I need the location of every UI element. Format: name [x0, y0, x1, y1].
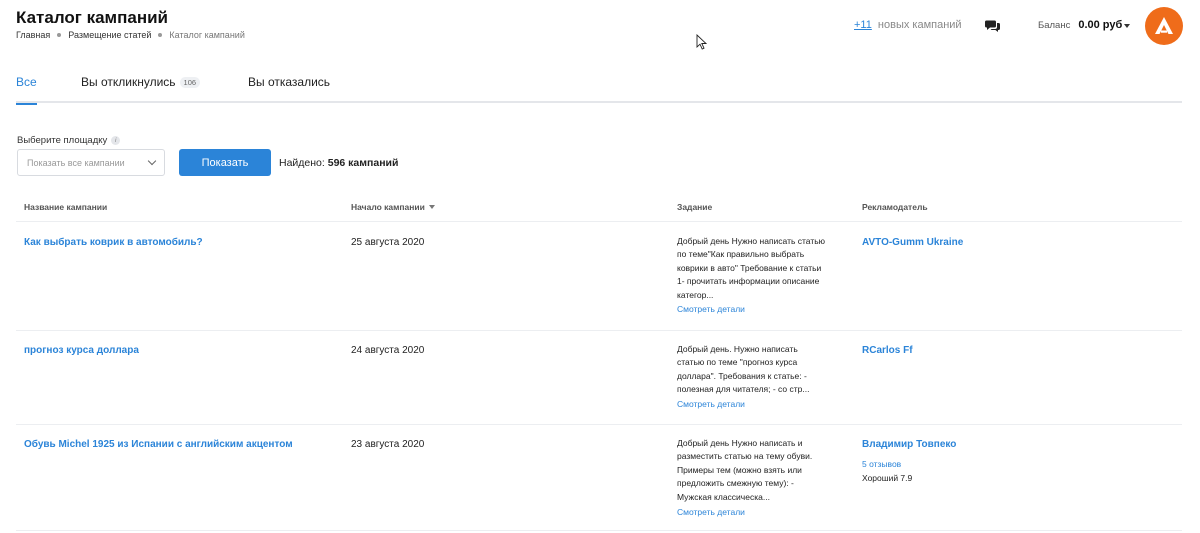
mouse-pointer-icon [696, 34, 708, 50]
tab-all[interactable]: Все [16, 75, 37, 105]
tab-label: Вы откликнулись [81, 75, 176, 89]
show-button[interactable]: Показать [179, 149, 271, 176]
tab-responded[interactable]: Вы откликнулись 106 [81, 75, 201, 103]
campaign-start-date: 25 августа 2020 [351, 237, 425, 248]
column-header-task: Задание [677, 202, 713, 212]
advertiser-link[interactable]: Владимир Товпеко [862, 439, 956, 450]
campaign-name-link[interactable]: Обувь Michel 1925 из Испании с английски… [24, 439, 293, 450]
column-header-name: Название кампании [24, 202, 108, 212]
column-header-start-label: Начало кампании [351, 202, 425, 212]
new-campaigns-label: новых кампаний [877, 19, 962, 31]
found-count: Найдено: 596 кампаний [279, 157, 398, 169]
breadcrumb-separator [158, 33, 163, 37]
found-value: 596 кампаний [327, 157, 399, 169]
campaign-start-date: 24 августа 2020 [351, 345, 425, 356]
divider [16, 424, 1182, 425]
platform-filter-label: Выберите площадку i [17, 135, 121, 146]
new-campaigns-notice: +11 новых кампаний [854, 19, 962, 31]
divider [16, 330, 1182, 331]
divider [16, 530, 1182, 531]
found-prefix: Найдено: [279, 157, 325, 169]
advertiser-reviews-link[interactable]: 5 отзывов [862, 459, 901, 469]
tab-declined[interactable]: Вы отказались [248, 75, 330, 103]
campaign-name-link[interactable]: Как выбрать коврик в автомобиль? [24, 237, 203, 248]
breadcrumb-articles[interactable]: Размещение статей [68, 30, 151, 40]
tab-bar: Все Вы откликнулись 106 Вы отказались [16, 75, 1182, 105]
chevron-down-icon [147, 156, 157, 166]
tab-label: Вы отказались [248, 75, 331, 89]
new-campaigns-link[interactable]: +11 [854, 19, 872, 31]
sort-desc-icon [428, 205, 435, 209]
advertiser-link[interactable]: AVTO-Gumm Ukraine [862, 237, 963, 248]
avatar[interactable] [1145, 7, 1183, 45]
info-icon[interactable]: i [111, 136, 121, 145]
details-link[interactable]: Смотреть детали [677, 304, 745, 314]
campaign-task-text: Добрый день. Нужно написать статью по те… [677, 344, 810, 395]
platform-filter-label-text: Выберите площадку [17, 135, 108, 146]
platform-select[interactable]: Показать все кампании [17, 149, 165, 176]
advertiser-link[interactable]: RCarlos Ff [862, 345, 913, 356]
campaign-task-text: Добрый день Нужно написать и разместить … [677, 438, 813, 502]
tab-count-badge: 106 [179, 77, 201, 88]
divider [16, 221, 1182, 222]
breadcrumb-current: Каталог кампаний [169, 30, 245, 40]
campaign-start-date: 23 августа 2020 [351, 439, 425, 450]
campaign-task-text: Добрый день Нужно написать статью по тем… [677, 236, 826, 300]
column-header-start[interactable]: Начало кампании [351, 202, 435, 212]
platform-select-value: Показать все кампании [27, 157, 125, 168]
details-link[interactable]: Смотреть детали [677, 399, 745, 409]
details-link[interactable]: Смотреть детали [677, 507, 745, 517]
campaign-name-link[interactable]: прогноз курса доллара [24, 345, 139, 356]
advertiser-rating: Хороший 7.9 [862, 473, 913, 483]
page-title: Каталог кампаний [16, 8, 169, 27]
balance-amount: 0.00 руб [1078, 19, 1123, 31]
breadcrumb: Главная Размещение статей Каталог кампан… [16, 30, 245, 40]
balance-dropdown-caret-icon[interactable] [1124, 24, 1130, 28]
page: Каталог кампаний Главная Размещение стат… [0, 0, 1200, 533]
balance-label: Баланс [1038, 20, 1071, 31]
breadcrumb-home[interactable]: Главная [16, 30, 50, 40]
chat-bubbles-icon[interactable] [985, 18, 1001, 34]
column-header-advertiser: Рекламодатель [862, 202, 928, 212]
tab-label: Все [16, 75, 37, 89]
balance: Баланс 0.00 руб [1038, 19, 1122, 31]
breadcrumb-separator [57, 33, 62, 37]
logo-a-icon [1155, 17, 1173, 34]
